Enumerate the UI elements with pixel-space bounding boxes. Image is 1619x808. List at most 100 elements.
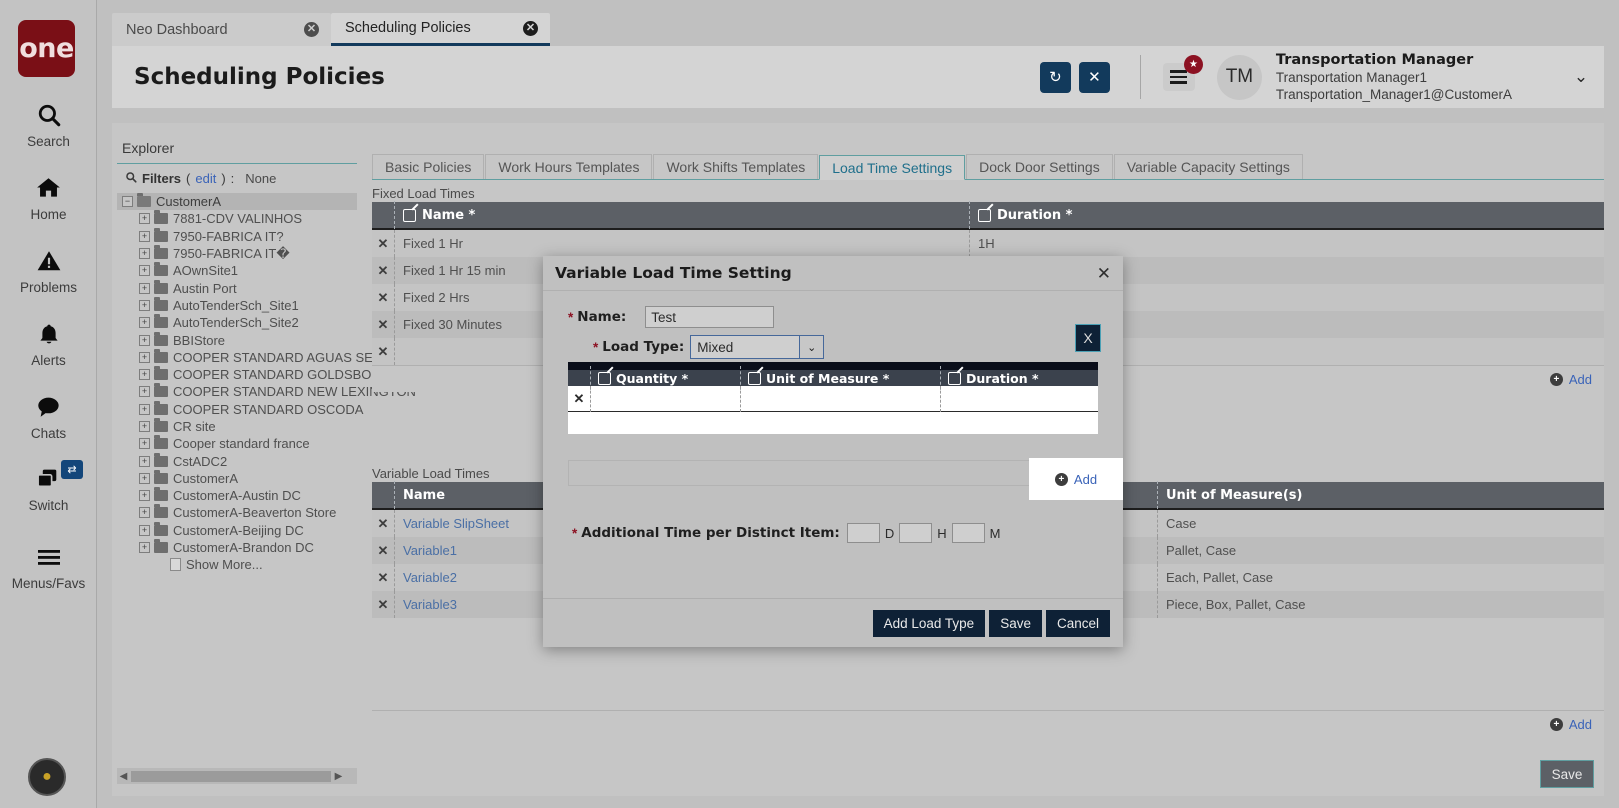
scrollbar-thumb[interactable] xyxy=(131,771,331,782)
rail-item-menus-favs[interactable]: Menus/Favs xyxy=(0,540,97,591)
tree-node[interactable]: +CstADC2 xyxy=(117,452,357,469)
add-load-type-row-popup[interactable]: + Add xyxy=(1029,458,1123,500)
rail-item-switch[interactable]: ⇄ Switch xyxy=(0,462,97,513)
browser-tab-neo-dashboard[interactable]: Neo Dashboard ✕ xyxy=(112,13,331,46)
dialog-save-button[interactable]: Save xyxy=(989,610,1042,637)
switch-badge-icon[interactable]: ⇄ xyxy=(61,460,83,479)
tab-work-shifts-templates[interactable]: Work Shifts Templates xyxy=(653,154,818,179)
tree-node[interactable]: +CR site xyxy=(117,418,357,435)
tree-toggle-icon[interactable]: + xyxy=(139,507,150,518)
additional-time-hours-input[interactable] xyxy=(899,523,932,543)
tree-node[interactable]: +BBIStore xyxy=(117,331,357,348)
delete-row-icon[interactable]: ✕ xyxy=(372,317,394,333)
delete-row-icon[interactable]: ✕ xyxy=(372,516,394,532)
delete-row-icon[interactable]: ✕ xyxy=(372,543,394,559)
tree-toggle-icon[interactable]: + xyxy=(139,421,150,432)
tree-node[interactable]: +7881-CDV VALINHOS xyxy=(117,210,357,227)
tree-node[interactable]: +AutoTenderSch_Site1 xyxy=(117,297,357,314)
notifications-menu-button[interactable]: ★ xyxy=(1163,63,1195,91)
filters-edit-link[interactable]: edit xyxy=(195,171,216,186)
rail-item-chats[interactable]: Chats xyxy=(0,390,97,441)
chevron-down-icon[interactable]: ⌄ xyxy=(1564,60,1598,94)
close-icon[interactable]: ✕ xyxy=(523,21,538,36)
close-page-button[interactable]: ✕ xyxy=(1079,62,1110,93)
table-row[interactable]: ✕ xyxy=(568,386,1098,412)
brand-logo[interactable]: one xyxy=(18,20,75,77)
remove-load-type-button[interactable]: X xyxy=(1075,324,1101,352)
tree-node[interactable]: +COOPER STANDARD NEW LEXINGTON xyxy=(117,383,357,400)
tree-toggle-icon[interactable]: + xyxy=(139,300,150,311)
user-avatar-small[interactable]: ● xyxy=(28,758,66,796)
rail-item-problems[interactable]: Problems xyxy=(0,244,97,295)
name-input[interactable] xyxy=(645,306,774,328)
rail-item-home[interactable]: Home xyxy=(0,171,97,222)
additional-time-days-input[interactable] xyxy=(847,523,880,543)
tree-toggle-icon[interactable]: + xyxy=(139,490,150,501)
tab-load-time-settings[interactable]: Load Time Settings xyxy=(819,155,965,180)
table-row[interactable]: ✕Fixed 1 Hr1H xyxy=(372,230,1604,257)
tree-node[interactable]: +Cooper standard france xyxy=(117,435,357,452)
tree-node[interactable]: +CustomerA-Brandon DC xyxy=(117,539,357,556)
chevron-down-icon[interactable]: ⌄ xyxy=(799,336,823,358)
delete-row-icon[interactable]: ✕ xyxy=(372,597,394,613)
scroll-right-arrow-icon[interactable]: ▶ xyxy=(332,771,345,782)
variable-load-times-add-row[interactable]: + Add xyxy=(372,710,1604,737)
tree-node[interactable]: Show More... xyxy=(117,556,357,573)
tree-toggle-icon[interactable]: + xyxy=(139,525,150,536)
tree-node[interactable]: +COOPER STANDARD OSCODA xyxy=(117,401,357,418)
delete-row-icon[interactable]: ✕ xyxy=(372,236,394,252)
tab-variable-capacity-settings[interactable]: Variable Capacity Settings xyxy=(1114,154,1303,179)
cell-duration[interactable]: 1H xyxy=(969,230,1604,257)
tree-node[interactable]: −CustomerA xyxy=(117,193,357,210)
tree-toggle-icon[interactable]: + xyxy=(139,213,150,224)
tree-toggle-icon[interactable]: + xyxy=(139,386,150,397)
refresh-button[interactable]: ↻ xyxy=(1040,62,1071,93)
tree-toggle-icon[interactable]: + xyxy=(139,404,150,415)
browser-tab-scheduling-policies[interactable]: Scheduling Policies ✕ xyxy=(331,13,550,46)
tab-basic-policies[interactable]: Basic Policies xyxy=(372,154,484,179)
explorer-horizontal-scrollbar[interactable]: ◀ ▶ xyxy=(117,768,357,784)
cell-quantity[interactable] xyxy=(590,386,740,412)
tree-toggle-icon[interactable]: + xyxy=(139,231,150,242)
tree-toggle-icon[interactable]: + xyxy=(139,283,150,294)
cell-duration[interactable] xyxy=(940,386,1098,412)
tree-node[interactable]: +7950-FABRICA IT� xyxy=(117,245,357,262)
tree-toggle-icon[interactable]: + xyxy=(139,248,150,259)
tree-node[interactable]: +CustomerA-Beijing DC xyxy=(117,522,357,539)
cell-unit-of-measure[interactable]: Case xyxy=(1157,510,1604,537)
rail-item-search[interactable]: Search xyxy=(0,98,97,149)
tree-node[interactable]: +7950-FABRICA IT? xyxy=(117,228,357,245)
tree-toggle-icon[interactable]: + xyxy=(139,317,150,328)
cell-unit-of-measure[interactable] xyxy=(740,386,940,412)
tree-node[interactable]: +AutoTenderSch_Site2 xyxy=(117,314,357,331)
tree-node[interactable]: +CustomerA xyxy=(117,470,357,487)
tree-toggle-icon[interactable]: + xyxy=(139,456,150,467)
scroll-left-arrow-icon[interactable]: ◀ xyxy=(117,771,130,782)
tree-toggle-icon[interactable]: + xyxy=(139,438,150,449)
cell-unit-of-measure[interactable]: Piece, Box, Pallet, Case xyxy=(1157,591,1604,618)
additional-time-minutes-input[interactable] xyxy=(952,523,985,543)
tree-toggle-icon[interactable]: − xyxy=(122,196,133,207)
tree-node[interactable]: +CustomerA-Beaverton Store xyxy=(117,504,357,521)
dialog-cancel-button[interactable]: Cancel xyxy=(1046,610,1110,637)
delete-row-icon[interactable]: ✕ xyxy=(372,570,394,586)
tree-node[interactable]: +Austin Port xyxy=(117,279,357,296)
tree-toggle-icon[interactable]: + xyxy=(139,335,150,346)
delete-row-icon[interactable]: ✕ xyxy=(372,344,394,360)
delete-row-icon[interactable]: ✕ xyxy=(568,391,590,407)
tree-toggle-icon[interactable]: + xyxy=(139,265,150,276)
tree-toggle-icon[interactable]: + xyxy=(139,542,150,553)
tree-node[interactable]: +COOPER STANDARD GOLDSBORO xyxy=(117,366,357,383)
tree-toggle-icon[interactable]: + xyxy=(139,352,150,363)
cell-name[interactable]: Fixed 1 Hr xyxy=(394,230,969,257)
tab-work-hours-templates[interactable]: Work Hours Templates xyxy=(485,154,652,179)
avatar[interactable]: TM xyxy=(1217,55,1262,100)
close-icon[interactable]: ✕ xyxy=(1097,265,1111,282)
rail-item-alerts[interactable]: Alerts xyxy=(0,317,97,368)
tab-dock-door-settings[interactable]: Dock Door Settings xyxy=(966,154,1113,179)
tree-node[interactable]: +COOPER STANDARD AGUAS SEALING (S xyxy=(117,349,357,366)
save-button[interactable]: Save xyxy=(1540,760,1594,788)
tree-toggle-icon[interactable]: + xyxy=(139,473,150,484)
load-type-select[interactable]: Mixed ⌄ xyxy=(690,335,824,359)
close-icon[interactable]: ✕ xyxy=(304,22,319,37)
